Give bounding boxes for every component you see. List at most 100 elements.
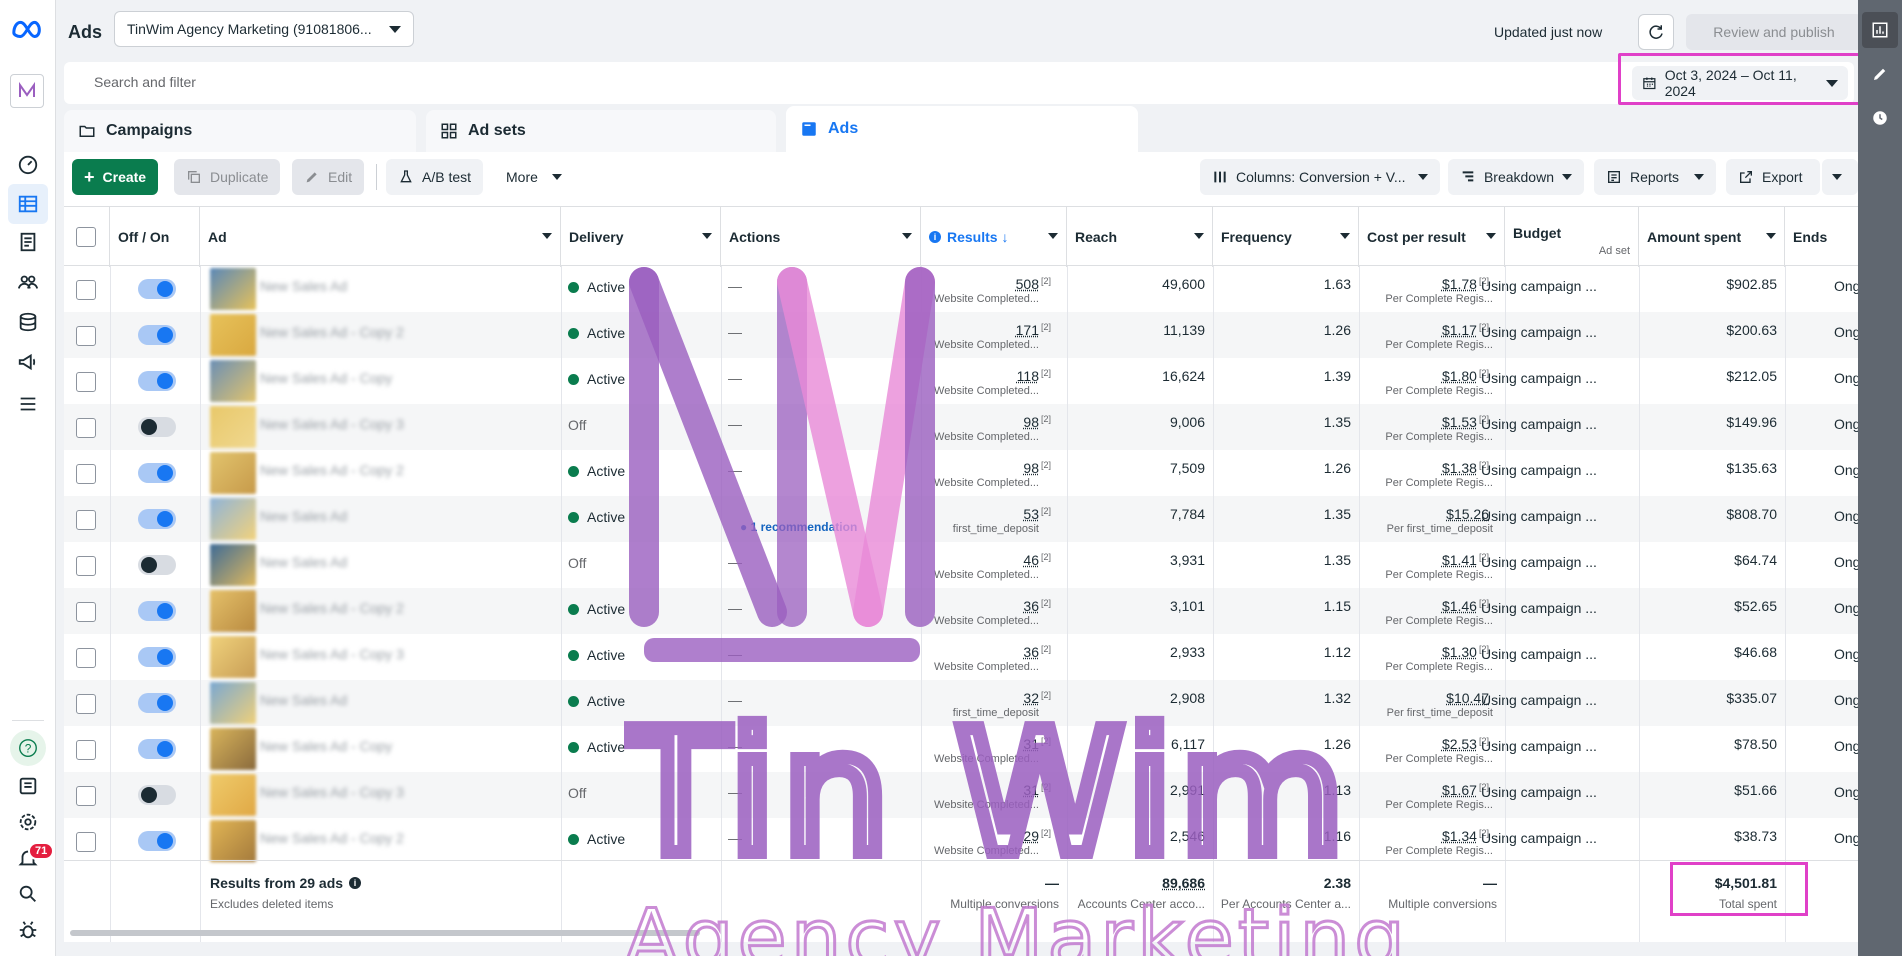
on-off-toggle[interactable]	[138, 325, 176, 345]
table-row[interactable]: New Sales Ad - Copy 3 Off —31 [2] Website Co…	[64, 772, 1858, 818]
charts-icon[interactable]	[1868, 18, 1892, 42]
on-off-toggle[interactable]	[138, 601, 176, 621]
table-row[interactable]: New Sales Ad Off — 46 [2] Website Completed..…	[64, 542, 1858, 588]
column-ends[interactable]: Ends	[1785, 207, 1858, 267]
ad-thumbnail[interactable]	[210, 728, 256, 770]
ad-name[interactable]: New Sales Ad - Copy	[260, 738, 392, 754]
cost-per-result-value[interactable]: $1.38 [2]	[1359, 460, 1489, 476]
row-checkbox[interactable]	[76, 326, 96, 346]
tab-ads[interactable]: Ads	[786, 106, 1138, 152]
table-row[interactable]: New Sales Ad Active — 32 [2] first_time_depos…	[64, 680, 1858, 726]
cost-per-result-value[interactable]: $1.46 [2]	[1359, 598, 1489, 614]
ad-thumbnail[interactable]	[210, 498, 256, 540]
table-row[interactable]: New Sales Ad Active ● 1 recommendation 53 [2…	[64, 496, 1858, 542]
ad-thumbnail[interactable]	[210, 452, 256, 494]
ad-thumbnail[interactable]	[210, 360, 256, 402]
on-off-toggle[interactable]	[138, 739, 176, 759]
ad-thumbnail[interactable]	[210, 406, 256, 448]
row-checkbox[interactable]	[76, 648, 96, 668]
search-icon[interactable]	[14, 880, 42, 908]
review-and-publish-button[interactable]: Review and publish	[1686, 14, 1862, 50]
results-value[interactable]: 171 [2]	[921, 322, 1051, 338]
results-value[interactable]: 31 [2]	[921, 736, 1051, 752]
export-options-button[interactable]	[1822, 159, 1858, 195]
ab-test-button[interactable]: A/B test	[386, 159, 483, 195]
results-value[interactable]: 53 [2]	[921, 506, 1051, 522]
ad-account-selector[interactable]: TinWim Agency Marketing (91081806...	[114, 11, 414, 47]
more-button[interactable]: More	[494, 159, 574, 195]
reports-button[interactable]: Reports	[1594, 159, 1716, 195]
refresh-button[interactable]	[1638, 14, 1674, 50]
edit-button[interactable]: Edit	[292, 159, 364, 195]
horizontal-scrollbar[interactable]	[70, 930, 700, 936]
column-amount-spent[interactable]: Amount spent	[1639, 207, 1785, 267]
info-icon[interactable]: i	[349, 877, 361, 889]
dashboard-icon[interactable]	[14, 150, 42, 178]
on-off-toggle[interactable]	[138, 785, 176, 805]
column-cost-per-result[interactable]: Cost per result	[1359, 207, 1505, 267]
row-checkbox[interactable]	[76, 280, 96, 300]
column-actions[interactable]: Actions	[721, 207, 921, 267]
ad-name[interactable]: New Sales Ad - Copy	[260, 370, 392, 386]
on-off-toggle[interactable]	[138, 371, 176, 391]
on-off-toggle[interactable]	[138, 647, 176, 667]
ad-name[interactable]: New Sales Ad	[260, 508, 347, 524]
column-frequency[interactable]: Frequency	[1213, 207, 1359, 267]
ad-thumbnail[interactable]	[210, 774, 256, 816]
on-off-toggle[interactable]	[138, 693, 176, 713]
pages-icon[interactable]	[14, 228, 42, 256]
history-clock-icon[interactable]	[1868, 106, 1892, 130]
cost-per-result-value[interactable]: $1.78 [2]	[1359, 276, 1489, 292]
columns-button[interactable]: Columns: Conversion + V...	[1200, 159, 1440, 195]
account-avatar[interactable]	[10, 74, 44, 108]
results-value[interactable]: 36 [2]	[921, 598, 1051, 614]
advertise-icon[interactable]	[14, 348, 42, 376]
ad-account-settings-icon[interactable]	[14, 772, 42, 800]
row-checkbox[interactable]	[76, 372, 96, 392]
table-row[interactable]: New Sales Ad - Copy 2 Active — 171 [2] Websit…	[64, 312, 1858, 358]
ad-thumbnail[interactable]	[210, 268, 256, 310]
table-row[interactable]: New Sales Ad - Copy 3 Off — 98 [2] Website Co…	[64, 404, 1858, 450]
ad-name[interactable]: New Sales Ad - Copy 2	[260, 600, 404, 616]
edit-pencil-icon[interactable]	[1868, 62, 1892, 86]
cost-per-result-value[interactable]: $1.34 [2]	[1359, 828, 1489, 844]
help-icon[interactable]: ?	[14, 734, 42, 762]
data-sources-icon[interactable]	[14, 308, 42, 336]
on-off-toggle[interactable]	[138, 417, 176, 437]
table-row[interactable]: New Sales Ad - Copy 2 Active —98 [2] Website…	[64, 450, 1858, 496]
search-input[interactable]: Search and filter	[94, 74, 196, 90]
ad-thumbnail[interactable]	[210, 314, 256, 356]
ad-name[interactable]: New Sales Ad - Copy 3	[260, 784, 404, 800]
table-row[interactable]: New Sales Ad - Copy Active — 118 [2] Website …	[64, 358, 1858, 404]
column-ad[interactable]: Ad	[200, 207, 561, 267]
row-checkbox[interactable]	[76, 786, 96, 806]
results-value[interactable]: 98 [2]	[921, 460, 1051, 476]
row-checkbox[interactable]	[76, 510, 96, 530]
on-off-toggle[interactable]	[138, 463, 176, 483]
cost-per-result-value[interactable]: $2.53 [2]	[1359, 736, 1489, 752]
select-all-checkbox[interactable]	[76, 227, 96, 247]
ad-name[interactable]: New Sales Ad - Copy 3	[260, 646, 404, 662]
breakdown-button[interactable]: Breakdown	[1448, 159, 1584, 195]
meta-logo-icon[interactable]	[10, 14, 46, 42]
on-off-toggle[interactable]	[138, 555, 176, 575]
ad-thumbnail[interactable]	[210, 682, 256, 724]
results-value[interactable]: 29 [2]	[921, 828, 1051, 844]
all-tools-menu-icon[interactable]	[14, 390, 42, 418]
ad-name[interactable]: New Sales Ad	[260, 278, 347, 294]
cost-per-result-value[interactable]: $10.47	[1359, 690, 1489, 706]
results-value[interactable]: 98 [2]	[921, 414, 1051, 430]
report-bug-icon[interactable]	[14, 916, 42, 944]
cost-per-result-value[interactable]: $1.17 [2]	[1359, 322, 1489, 338]
column-delivery[interactable]: Delivery	[561, 207, 721, 267]
recommendation-link[interactable]: ● 1 recommendation	[740, 520, 857, 534]
row-checkbox[interactable]	[76, 418, 96, 438]
results-value[interactable]: 508 [2]	[921, 276, 1051, 292]
column-results[interactable]: i Results ↓	[921, 207, 1067, 267]
campaigns-table-icon[interactable]	[14, 190, 42, 218]
ad-name[interactable]: New Sales Ad - Copy 2	[260, 830, 404, 846]
tab-ad-sets[interactable]: Ad sets	[426, 110, 776, 152]
results-value[interactable]: 31 [2]	[921, 782, 1051, 798]
cost-per-result-value[interactable]: $1.41 [2]	[1359, 552, 1489, 568]
row-checkbox[interactable]	[76, 694, 96, 714]
